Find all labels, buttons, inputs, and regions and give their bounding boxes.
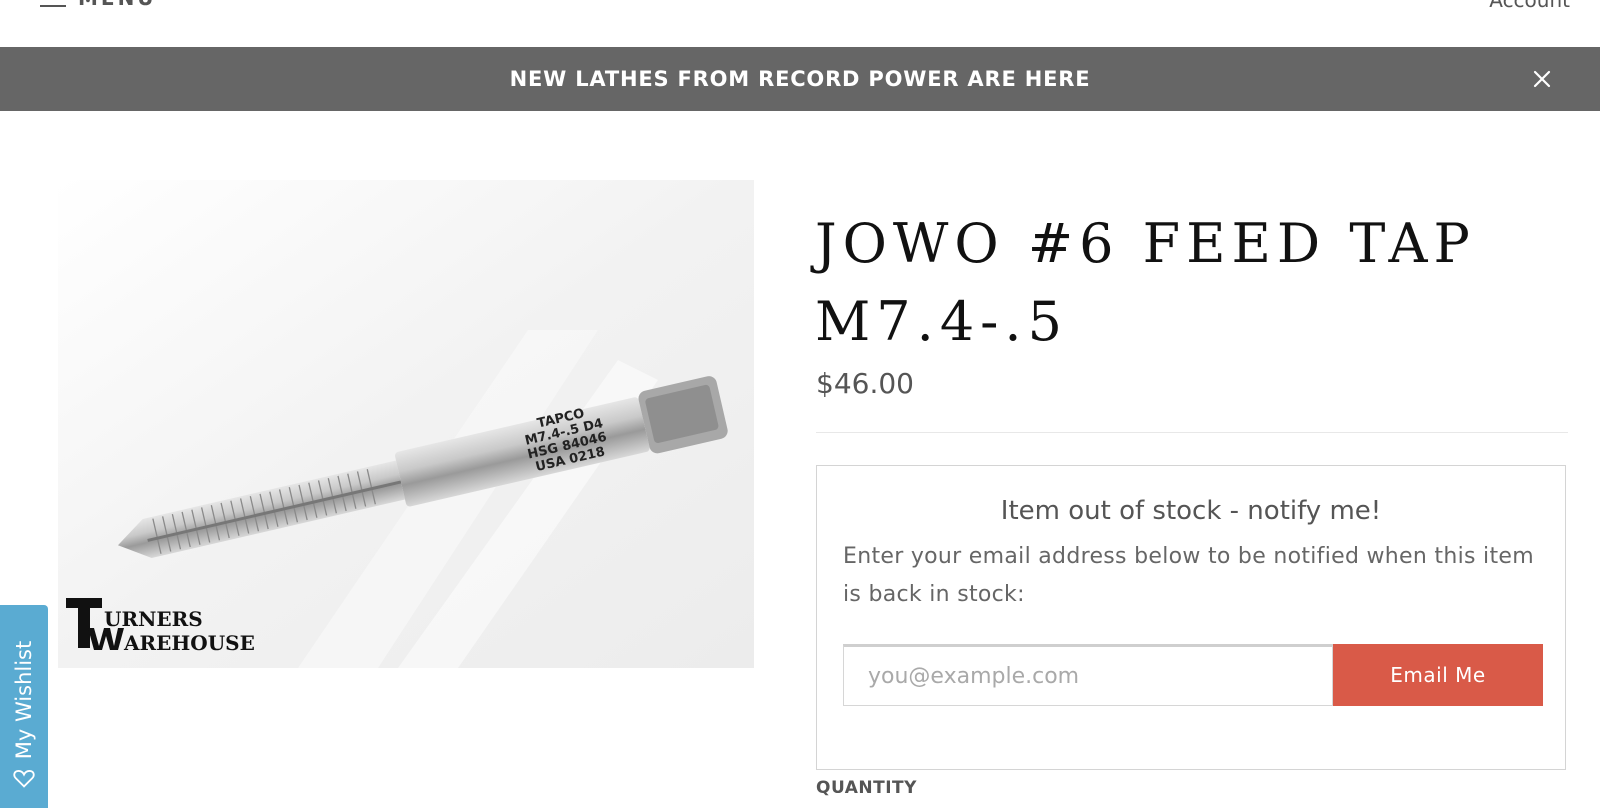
notify-description: Enter your email address below to be not… bbox=[843, 544, 1534, 607]
logo-text: URNERS bbox=[104, 607, 203, 631]
site-header: MENU Account bbox=[0, 0, 1600, 48]
account-link[interactable]: Account bbox=[1489, 0, 1570, 12]
product-price: $46.00 bbox=[816, 367, 914, 400]
announcement-bar: NEW LATHES FROM RECORD POWER ARE HERE bbox=[0, 47, 1600, 111]
announcement-text[interactable]: NEW LATHES FROM RECORD POWER ARE HERE bbox=[0, 47, 1600, 111]
notify-me-form: Item out of stock - notify me! Enter you… bbox=[816, 465, 1566, 770]
product-image[interactable]: TAPCO M7.4-.5 D4 HSG 84046 USA 0218 URNE… bbox=[58, 180, 754, 668]
wishlist-label: My Wishlist bbox=[12, 640, 36, 760]
menu-label: MENU bbox=[78, 0, 157, 10]
hamburger-icon bbox=[40, 0, 66, 7]
email-input[interactable] bbox=[843, 644, 1333, 706]
product-title: JOWO #6 FEED TAP M7.4-.5 bbox=[815, 212, 1476, 353]
close-icon[interactable] bbox=[1530, 67, 1554, 91]
heart-icon bbox=[13, 770, 35, 788]
logo-text: AREHOUSE bbox=[123, 631, 255, 655]
menu-button[interactable]: MENU bbox=[40, 0, 157, 10]
quantity-label: QUANTITY bbox=[816, 778, 917, 798]
email-me-button[interactable]: Email Me bbox=[1333, 644, 1543, 706]
divider bbox=[816, 432, 1568, 433]
wishlist-tab[interactable]: My Wishlist bbox=[0, 605, 48, 808]
notify-heading: Item out of stock - notify me! bbox=[1000, 496, 1382, 526]
